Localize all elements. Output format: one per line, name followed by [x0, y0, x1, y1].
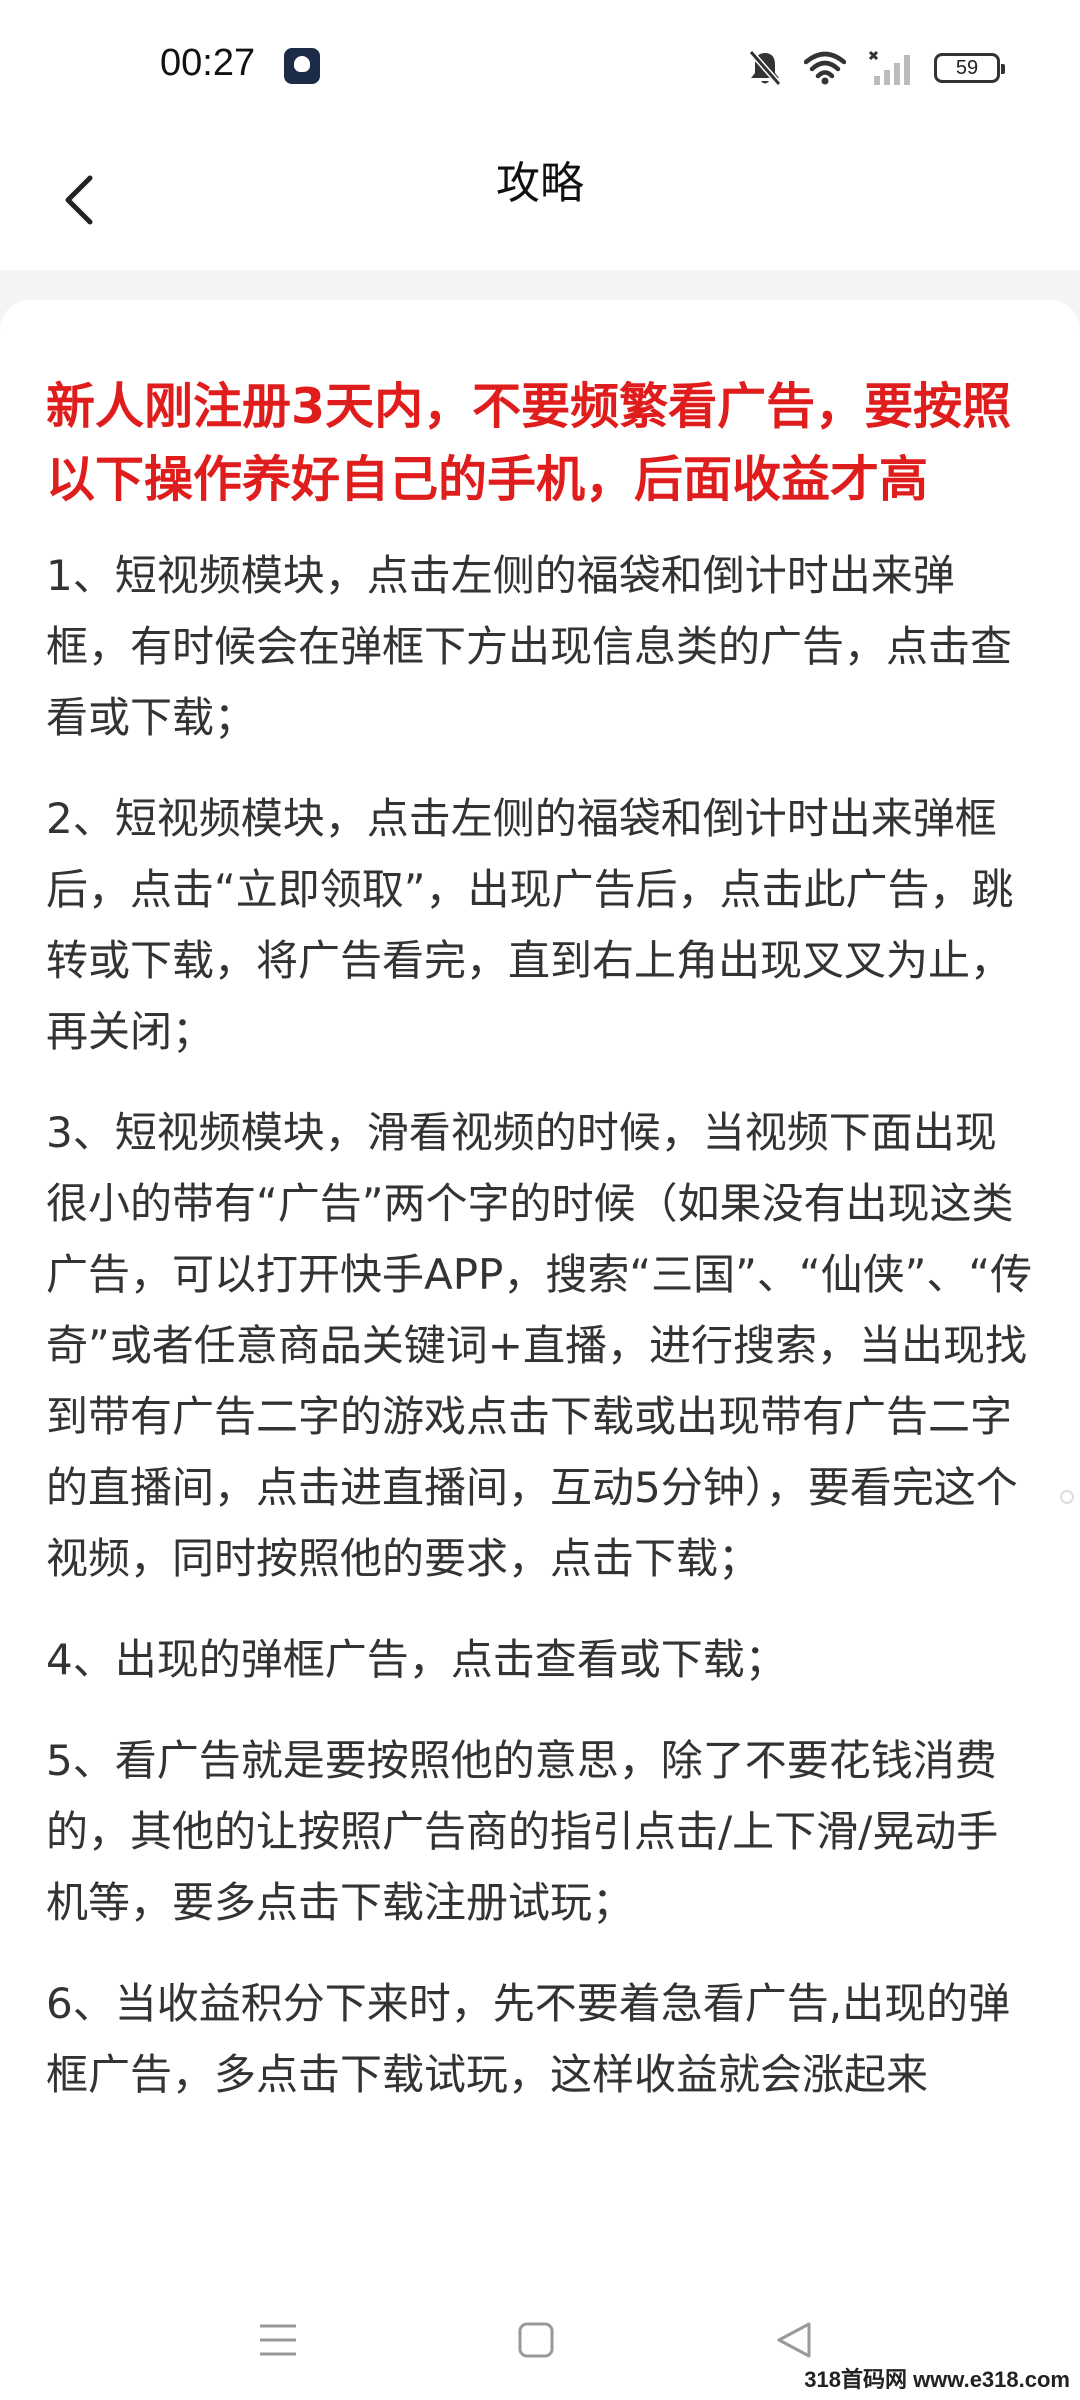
watermark: 318首码网 www.e318.com	[804, 2367, 1070, 2392]
chevron-left-icon	[65, 175, 93, 225]
step-item: 1、短视频模块，点击左侧的福袋和倒计时出来弹框，有时候会在弹框下方出现信息类的广…	[46, 551, 1013, 742]
step-item: 5、看广告就是要按照他的意思，除了不要花钱消费的，其他的让按照广告商的指引点击/…	[46, 1736, 999, 1927]
wifi-icon	[804, 51, 846, 85]
status-time: 00:27	[160, 42, 256, 84]
recent-apps-button[interactable]	[248, 2310, 308, 2370]
step-item: 2、短视频模块，点击左侧的福袋和倒计时出来弹框后，点击“立即领取”，出现广告后，…	[46, 794, 1014, 1056]
home-button[interactable]	[506, 2310, 566, 2370]
headline: 新人刚注册3天内，不要频繁看广告，要按照以下操作养好自己的手机，后面收益才高	[46, 378, 1012, 508]
menu-icon	[260, 2324, 296, 2356]
signal-icon	[868, 50, 912, 86]
scroll-indicator	[1060, 1490, 1074, 1504]
article: 新人刚注册3天内，不要频繁看广告，要按照以下操作养好自己的手机，后面收益才高 1…	[0, 300, 1080, 2110]
back-button[interactable]	[40, 160, 120, 240]
header: 攻略	[0, 130, 1080, 270]
bell-off-icon	[748, 49, 782, 87]
app-notification-icon	[284, 48, 320, 84]
status-bar: 00:27 59	[0, 0, 1080, 130]
step-item: 4、出现的弹框广告，点击查看或下载；	[46, 1635, 787, 1684]
screen: 00:27 59 攻略 新人刚注册3天内，不要频繁看广告，要按照以下操作养好自己…	[0, 0, 1080, 2400]
triangle-back-icon	[777, 2322, 811, 2358]
step-item: 3、短视频模块，滑看视频的时候，当视频下面出现很小的带有“广告”两个字的时候（如…	[46, 1108, 1033, 1583]
content-card[interactable]: 新人刚注册3天内，不要频繁看广告，要按照以下操作养好自己的手机，后面收益才高 1…	[0, 300, 1080, 2280]
battery-icon: 59	[934, 53, 1005, 83]
square-icon	[518, 2322, 554, 2358]
status-icons: 59	[748, 46, 1005, 90]
step-item: 6、当收益积分下来时，先不要着急看广告,出现的弹框广告，多点击下载试玩，这样收益…	[46, 1979, 1011, 2099]
navigation-bar: 318首码网 www.e318.com	[0, 2280, 1080, 2400]
system-back-button[interactable]	[764, 2310, 824, 2370]
page-title: 攻略	[496, 158, 584, 209]
